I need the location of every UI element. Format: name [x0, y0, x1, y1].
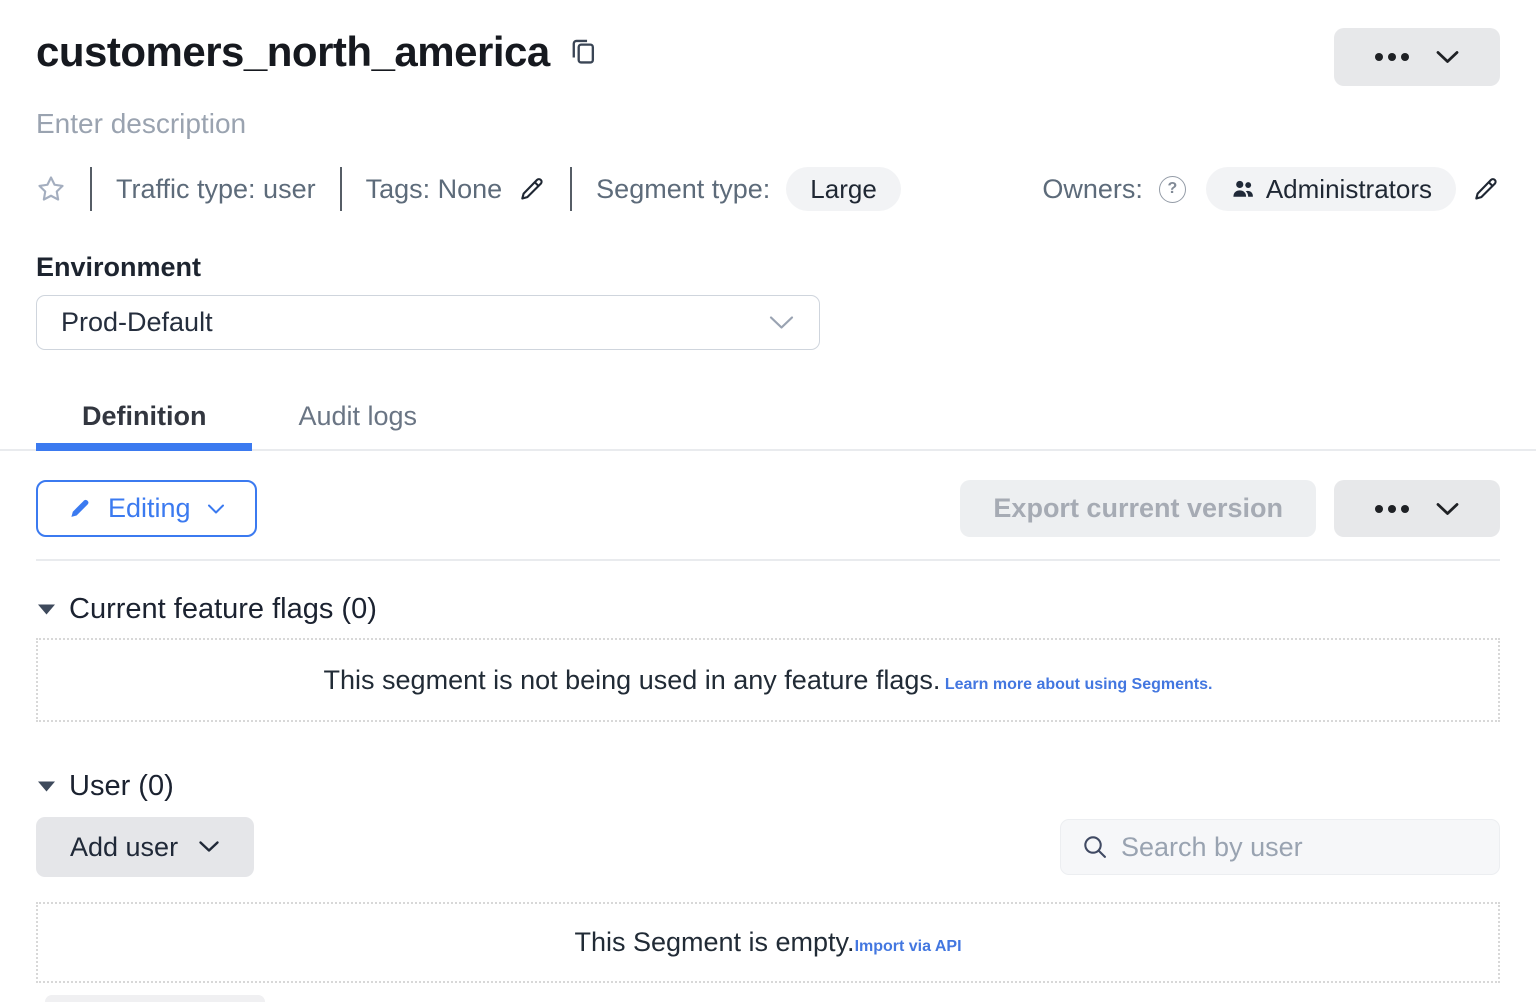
star-icon — [36, 174, 66, 204]
meta-row: Traffic type: user Tags: None Segment ty… — [36, 166, 1500, 212]
definition-toolbar: Editing Export current version — [36, 480, 1500, 537]
export-current-version-button[interactable]: Export current version — [960, 480, 1316, 537]
segment-type-label: Segment type: — [596, 174, 770, 205]
environment-label: Environment — [36, 252, 1500, 283]
section-divider — [36, 559, 1500, 561]
learn-more-segments-link[interactable]: Learn more about using Segments. — [945, 676, 1213, 693]
vertical-divider — [570, 167, 572, 211]
environment-select[interactable]: Prod-Default — [36, 295, 820, 350]
collapse-caret-icon[interactable] — [36, 602, 57, 617]
ellipsis-icon — [1375, 53, 1409, 61]
chevron-down-icon — [1435, 501, 1460, 517]
segment-detail-page: customers_north_america — [0, 0, 1536, 1002]
feature-flags-empty-state: This segment is not being used in any fe… — [36, 638, 1500, 722]
collapse-caret-icon[interactable] — [36, 779, 57, 794]
tab-label: Definition — [82, 401, 206, 431]
segment-type-value: Large — [810, 174, 877, 205]
editing-mode-button[interactable]: Editing — [36, 480, 257, 537]
segment-empty-text: This Segment is empty. — [574, 927, 854, 957]
owners-value: Administrators — [1266, 174, 1432, 205]
import-via-api-link[interactable]: Import via API — [855, 938, 962, 955]
chevron-down-icon — [1435, 49, 1460, 65]
partial-element-below-fold — [45, 995, 265, 1002]
pencil-icon — [68, 497, 92, 521]
chevron-down-icon — [207, 503, 225, 515]
vertical-divider — [90, 167, 92, 211]
user-controls-row: Add user — [36, 817, 1500, 877]
user-search-input[interactable] — [1121, 832, 1479, 863]
user-search-box — [1060, 819, 1500, 875]
feature-flags-section-header: Current feature flags (0) — [36, 593, 1500, 626]
owners-label: Owners: — [1042, 174, 1143, 205]
description-placeholder[interactable]: Enter description — [36, 108, 1500, 140]
editing-label: Editing — [108, 493, 191, 524]
tab-label: Audit logs — [298, 401, 417, 431]
help-icon[interactable]: ? — [1159, 176, 1186, 203]
tab-audit-logs[interactable]: Audit logs — [252, 388, 463, 449]
feature-flags-empty-text: This segment is not being used in any fe… — [324, 665, 941, 695]
add-user-label: Add user — [70, 832, 178, 863]
add-user-button[interactable]: Add user — [36, 817, 254, 877]
owners-badge: Administrators — [1206, 167, 1456, 211]
segment-type-badge: Large — [786, 167, 901, 211]
edit-owners-button[interactable] — [1472, 175, 1500, 203]
chevron-down-icon — [198, 840, 220, 854]
user-empty-state: This Segment is empty.Import via API — [36, 902, 1500, 983]
copy-icon — [568, 36, 598, 68]
chevron-down-icon — [768, 314, 795, 331]
ellipsis-icon — [1375, 505, 1409, 513]
people-icon — [1230, 176, 1256, 202]
edit-tags-button[interactable] — [518, 175, 546, 203]
pencil-icon — [1472, 175, 1500, 203]
feature-flags-section-title: Current feature flags (0) — [69, 593, 377, 626]
search-icon — [1081, 833, 1109, 861]
environment-selected-value: Prod-Default — [61, 307, 213, 338]
header-more-actions-button[interactable] — [1334, 28, 1500, 86]
page-header: customers_north_america — [36, 0, 1500, 86]
tags-label: Tags: None — [366, 174, 503, 205]
user-section-title: User (0) — [69, 770, 174, 803]
definition-more-actions-button[interactable] — [1334, 480, 1500, 537]
favorite-star-button[interactable] — [36, 174, 66, 204]
copy-name-button[interactable] — [568, 36, 598, 68]
vertical-divider — [340, 167, 342, 211]
tab-definition[interactable]: Definition — [36, 388, 252, 449]
traffic-type-label: Traffic type: user — [116, 174, 316, 205]
page-title: customers_north_america — [36, 28, 550, 76]
pencil-icon — [518, 175, 546, 203]
user-section-header: User (0) — [36, 770, 1500, 803]
tab-bar: Definition Audit logs — [0, 388, 1536, 451]
